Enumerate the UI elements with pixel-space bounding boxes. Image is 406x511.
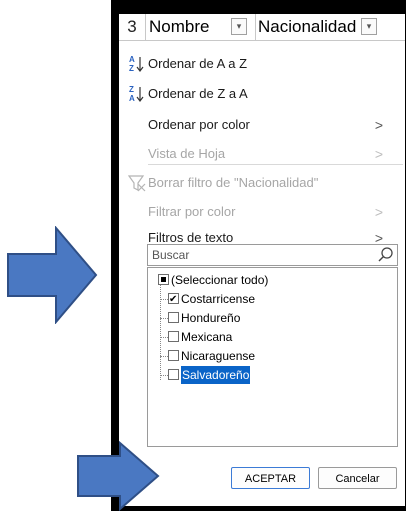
- search-placeholder: Buscar: [152, 248, 190, 262]
- row-number: 3: [119, 14, 146, 40]
- list-item-label: Mexicana: [181, 330, 233, 344]
- sort-z-to-a-item[interactable]: Z A Ordenar de Z a A: [119, 82, 399, 106]
- checkbox[interactable]: [168, 331, 179, 342]
- sort-az-label: Ordenar de A a Z: [148, 56, 248, 71]
- filter-dropdown-button-nacionalidad[interactable]: ▾: [361, 18, 377, 35]
- tree-line: [160, 299, 168, 300]
- sheet-view-label: Vista de Hoja: [148, 146, 226, 161]
- checkbox[interactable]: [168, 291, 179, 309]
- list-item[interactable]: Salvadoreño: [148, 366, 388, 384]
- clear-filter-icon: [128, 175, 146, 192]
- arrow-right-icon: [77, 441, 160, 511]
- sort-za-label: Ordenar de Z a A: [148, 86, 248, 101]
- list-item[interactable]: Nicaraguense: [148, 347, 388, 365]
- filter-values-list[interactable]: (Seleccionar todo) Costarricense Hondureño…: [147, 267, 398, 447]
- sort-a-to-z-item[interactable]: A Z Ordenar de A a Z: [119, 52, 399, 76]
- tree-line: [160, 375, 168, 376]
- list-item-label: Costarricense: [181, 292, 256, 306]
- list-item[interactable]: (Seleccionar todo): [148, 271, 388, 289]
- clear-filter-label: Borrar filtro de "Nacionalidad": [148, 175, 319, 190]
- sort-by-color-label: Ordenar por color: [148, 117, 250, 132]
- filter-dropdown-button-nombre[interactable]: ▾: [231, 18, 247, 35]
- sort-az-icon: A Z: [129, 55, 144, 73]
- list-item[interactable]: Costarricense: [148, 290, 388, 309]
- tree-line: [160, 337, 168, 338]
- spreadsheet-header-row: 3 Nombre ▾ Nacionalidad ▾: [119, 14, 405, 41]
- svg-text:A: A: [129, 55, 135, 64]
- arrow-right-icon: [7, 226, 98, 324]
- tree-line: [160, 356, 168, 357]
- accept-button[interactable]: ACEPTAR: [231, 467, 310, 489]
- cancel-button[interactable]: Cancelar: [318, 467, 397, 489]
- chevron-right-icon: >: [374, 117, 383, 133]
- svg-text:Z: Z: [129, 64, 134, 73]
- filter-by-color-label: Filtrar por color: [148, 204, 236, 219]
- search-input[interactable]: Buscar: [147, 244, 398, 266]
- sort-za-icon: Z A: [129, 85, 144, 103]
- list-item-label: Nicaraguense: [181, 349, 256, 363]
- chevron-right-icon: >: [374, 146, 383, 162]
- list-item[interactable]: Hondureño: [148, 309, 388, 327]
- menu-separator: [148, 164, 403, 165]
- chevron-right-icon: >: [374, 204, 383, 220]
- tree-line: [160, 318, 168, 319]
- checkbox[interactable]: [168, 369, 179, 380]
- sheet-view-item: Vista de Hoja >: [119, 142, 399, 166]
- checkbox[interactable]: [168, 350, 179, 361]
- filter-by-color-item: Filtrar por color >: [119, 200, 399, 224]
- column-header-nacionalidad: Nacionalidad: [255, 14, 378, 40]
- sort-by-color-item[interactable]: Ordenar por color >: [119, 113, 399, 137]
- svg-text:Z: Z: [129, 85, 134, 94]
- clear-filter-item: Borrar filtro de "Nacionalidad": [119, 171, 399, 195]
- svg-text:A: A: [129, 94, 135, 103]
- checkbox[interactable]: [158, 274, 169, 285]
- list-item[interactable]: Mexicana: [148, 328, 388, 346]
- search-icon: [378, 247, 393, 262]
- list-item-label: Salvadoreño: [181, 366, 251, 384]
- list-item-label: Hondureño: [181, 311, 241, 325]
- list-item-label: (Seleccionar todo): [171, 273, 269, 287]
- checkbox[interactable]: [168, 312, 179, 323]
